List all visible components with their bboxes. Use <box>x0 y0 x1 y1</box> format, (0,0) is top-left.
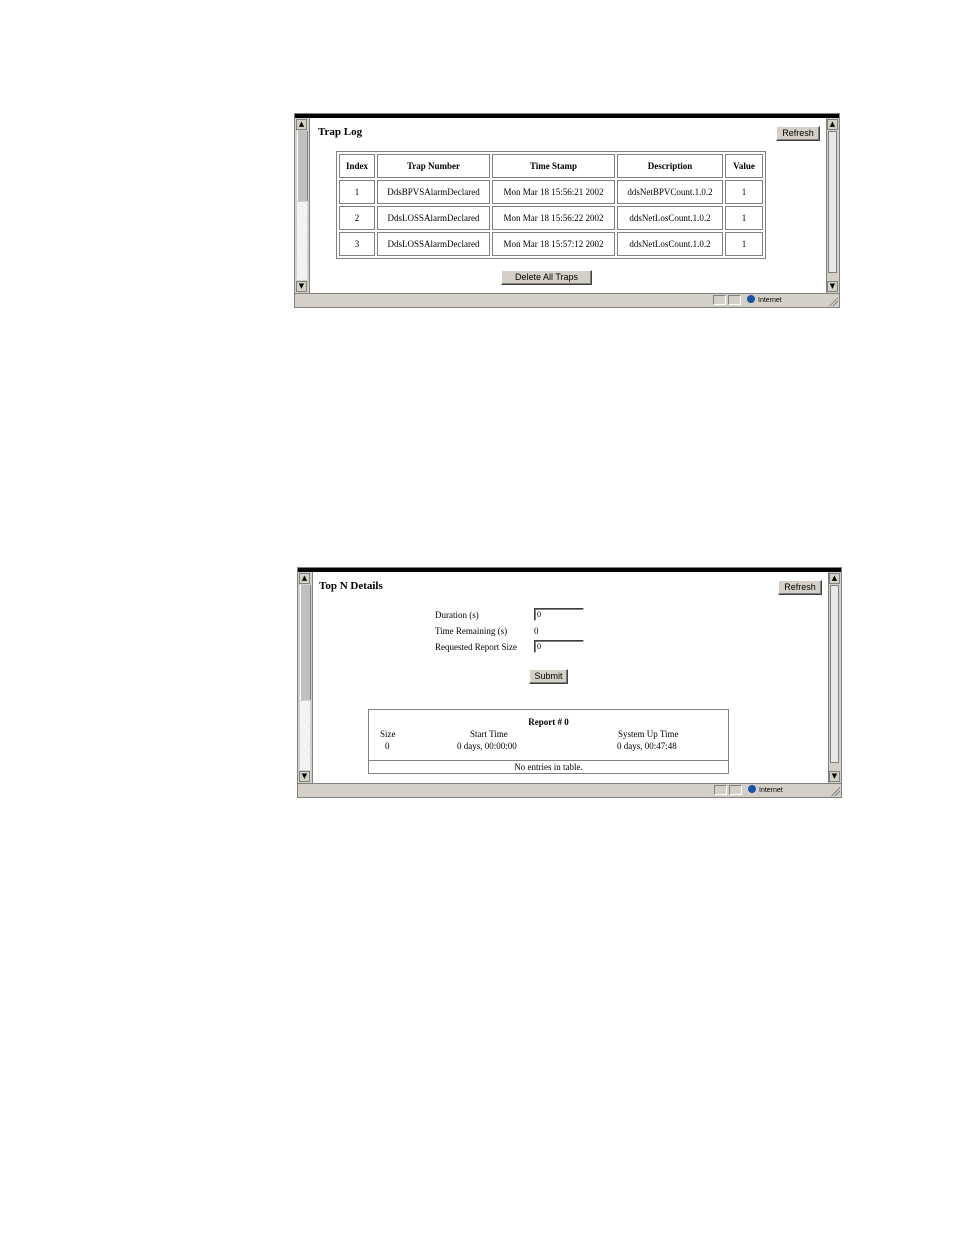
cell-description: ddsNetLosCount.1.0.2 <box>617 206 723 230</box>
cell-trap-number: DdsLOSSAlarmDeclared <box>377 206 490 230</box>
scroll-up-icon[interactable]: ▲ <box>296 119 307 130</box>
scroll-up-icon[interactable]: ▲ <box>827 119 838 130</box>
right-scrollbar[interactable]: ▲ ▼ <box>826 118 839 293</box>
page-title: Trap Log <box>318 126 363 138</box>
trap-log-window: ▲ ▼ ▲ ▼ Trap Log Refresh Index Trap Numb… <box>294 113 840 308</box>
duration-label: Duration (s) <box>435 610 479 620</box>
scroll-thumb[interactable] <box>300 585 311 700</box>
scroll-up-icon[interactable]: ▲ <box>299 573 310 584</box>
cell-value: 1 <box>725 180 763 204</box>
scroll-track[interactable] <box>300 701 310 770</box>
column-header: Description <box>617 154 723 178</box>
column-header: Time Stamp <box>492 154 615 178</box>
report-caption: Report # 0 <box>528 717 569 727</box>
scroll-up-icon[interactable]: ▲ <box>829 573 840 584</box>
cell-description: ddsNetBPVCount.1.0.2 <box>617 180 723 204</box>
scroll-track[interactable] <box>297 202 307 280</box>
scroll-down-icon[interactable]: ▼ <box>299 771 310 782</box>
left-scrollbar[interactable]: ▲ ▼ <box>295 118 310 293</box>
start-time-value: 0 days, 00:00:00 <box>457 741 517 751</box>
scroll-down-icon[interactable]: ▼ <box>827 281 838 292</box>
page-title: Top N Details <box>319 580 383 592</box>
refresh-button[interactable]: Refresh <box>776 126 820 141</box>
scroll-down-icon[interactable]: ▼ <box>829 771 840 782</box>
window-top-border <box>298 568 841 572</box>
status-pane <box>714 785 727 795</box>
empty-table-message: No entries in table. <box>369 760 728 773</box>
status-bar: Internet <box>295 293 839 307</box>
column-header: Index <box>339 154 375 178</box>
internet-globe-icon <box>747 295 755 303</box>
time-remaining-value: 0 <box>534 626 539 636</box>
table-row: 3 DdsLOSSAlarmDeclared Mon Mar 18 15:57:… <box>339 232 763 256</box>
duration-input[interactable]: 0 <box>534 608 584 621</box>
trap-table: Index Trap Number Time Stamp Description… <box>336 151 766 259</box>
security-zone: Internet <box>748 785 783 796</box>
cell-value: 1 <box>725 232 763 256</box>
scroll-thumb[interactable] <box>830 585 839 763</box>
size-value: 0 <box>385 741 390 751</box>
top-n-window: ▲ ▼ ▲ ▼ Top N Details Refresh Duration (… <box>297 567 842 798</box>
status-pane <box>713 295 726 305</box>
status-pane <box>728 295 741 305</box>
resize-grip-icon[interactable] <box>830 786 840 796</box>
cell-time-stamp: Mon Mar 18 15:56:22 2002 <box>492 206 615 230</box>
cell-time-stamp: Mon Mar 18 15:57:12 2002 <box>492 232 615 256</box>
cell-trap-number: DdsLOSSAlarmDeclared <box>377 232 490 256</box>
zone-label: Internet <box>759 787 783 794</box>
start-time-header: Start Time <box>470 729 508 739</box>
system-up-time-value: 0 days, 00:47:48 <box>617 741 677 751</box>
table-header-row: Index Trap Number Time Stamp Description… <box>339 154 763 178</box>
cell-index: 1 <box>339 180 375 204</box>
cell-description: ddsNetLosCount.1.0.2 <box>617 232 723 256</box>
table-row: 1 DdsBPVSAlarmDeclared Mon Mar 18 15:56:… <box>339 180 763 204</box>
system-up-time-header: System Up Time <box>618 729 679 739</box>
window-top-border <box>295 114 839 118</box>
zone-label: Internet <box>758 297 782 304</box>
scroll-thumb[interactable] <box>828 131 837 273</box>
status-bar: Internet <box>298 783 841 797</box>
cell-index: 3 <box>339 232 375 256</box>
internet-globe-icon <box>748 785 756 793</box>
delete-all-traps-button[interactable]: Delete All Traps <box>501 270 592 285</box>
cell-time-stamp: Mon Mar 18 15:56:21 2002 <box>492 180 615 204</box>
resize-grip-icon[interactable] <box>828 296 838 306</box>
report-panel: Report # 0 Size Start Time System Up Tim… <box>368 709 729 774</box>
report-size-label: Requested Report Size <box>435 642 517 652</box>
submit-button[interactable]: Submit <box>529 669 568 684</box>
right-scrollbar[interactable]: ▲ ▼ <box>828 572 841 783</box>
size-header: Size <box>380 729 396 739</box>
left-scrollbar[interactable]: ▲ ▼ <box>298 572 313 783</box>
column-header: Trap Number <box>377 154 490 178</box>
refresh-button[interactable]: Refresh <box>778 580 822 595</box>
status-pane <box>729 785 742 795</box>
scroll-down-icon[interactable]: ▼ <box>296 281 307 292</box>
cell-trap-number: DdsBPVSAlarmDeclared <box>377 180 490 204</box>
table-row: 2 DdsLOSSAlarmDeclared Mon Mar 18 15:56:… <box>339 206 763 230</box>
report-size-input[interactable]: 0 <box>534 640 584 653</box>
security-zone: Internet <box>747 295 782 306</box>
scroll-thumb[interactable] <box>297 131 308 201</box>
column-header: Value <box>725 154 763 178</box>
cell-value: 1 <box>725 206 763 230</box>
cell-index: 2 <box>339 206 375 230</box>
time-remaining-label: Time Remaining (s) <box>435 626 508 636</box>
